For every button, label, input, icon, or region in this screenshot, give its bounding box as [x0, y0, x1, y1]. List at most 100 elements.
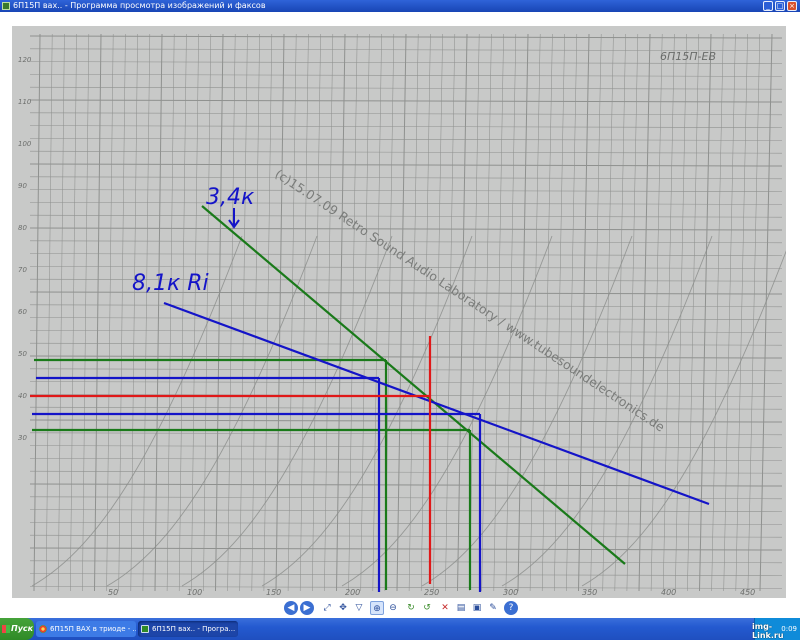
grid-line-vertical	[602, 33, 614, 592]
y-tick-label: 80	[18, 224, 27, 232]
grid-line-horizontal	[29, 227, 783, 231]
grid-line-vertical	[166, 33, 175, 592]
x-tick-label: 450	[740, 588, 755, 597]
rotate-clockwise-icon[interactable]: ↻	[404, 601, 418, 615]
window-title: 6П15П вах.. - Программа просмотра изобра…	[13, 1, 266, 10]
grid-line-vertical	[675, 33, 687, 592]
grid-line-horizontal	[29, 176, 783, 180]
start-label: Пуск	[11, 624, 34, 633]
start-button[interactable]: Пуск	[0, 618, 34, 640]
grid-line-horizontal	[29, 547, 783, 551]
grid-line-vertical	[336, 33, 346, 592]
taskbar-item-label: 6П15П ВАХ в триоде - ...	[50, 625, 136, 633]
grid-line-vertical	[118, 33, 126, 592]
grid-line-vertical	[578, 33, 590, 592]
x-tick-label: 100	[187, 588, 202, 597]
corner-tube-label: 6П15П-ЕВ	[660, 50, 716, 63]
grid-line-vertical	[263, 33, 273, 592]
x-tick-labels: 50 100 150 200 250 300 350 400 450	[108, 588, 755, 597]
grid-line-vertical	[130, 33, 138, 592]
grid-line-horizontal	[29, 86, 783, 90]
grid-line-horizontal	[29, 355, 783, 359]
grid-lines	[29, 33, 783, 592]
grid-line-horizontal	[29, 470, 783, 474]
grid-line-vertical	[203, 33, 212, 592]
tube-curve	[581, 250, 786, 587]
edit-icon[interactable]: ✎	[486, 601, 500, 615]
save-icon[interactable]: ▣	[470, 601, 484, 615]
grid-line-horizontal	[29, 317, 783, 320]
y-tick-label: 110	[18, 98, 32, 106]
grid-line-vertical	[287, 33, 297, 592]
zoom-out-icon[interactable]: ⊖	[386, 601, 400, 615]
taskbar-item-label: 6П15П вах.. - Програ...	[152, 625, 236, 633]
grid-line-horizontal	[29, 240, 783, 244]
grid-line-vertical	[638, 33, 651, 592]
taskbar-item-browser[interactable]: 6П15П ВАХ в триоде - ...	[36, 621, 136, 637]
viewer-toolbar: ◀ ▶ ⤢ ✥ ▽ ⊕ ⊖ ↻ ↺ ✕ ▤ ▣ ✎ ?	[0, 600, 800, 618]
zoom-in-icon[interactable]: ⊕	[370, 601, 384, 615]
actual-size-icon[interactable]: ✥	[336, 601, 350, 615]
grid-line-vertical	[650, 33, 663, 592]
grid-line-vertical	[94, 33, 102, 592]
maximize-button[interactable]: □	[775, 1, 785, 11]
grid-line-vertical	[505, 33, 517, 592]
y-tick-label: 100	[18, 140, 32, 148]
grid-line-horizontal	[29, 522, 783, 525]
x-tick-label: 400	[661, 588, 676, 597]
slideshow-icon[interactable]: ▽	[352, 601, 366, 615]
grid-line-horizontal	[29, 112, 783, 116]
grid-line-vertical	[626, 33, 639, 592]
grid-line-vertical	[735, 33, 748, 592]
delete-icon[interactable]: ✕	[438, 601, 452, 615]
print-icon[interactable]: ▤	[454, 601, 468, 615]
taskbar-item-image-viewer[interactable]: 6П15П вах.. - Програ...	[138, 621, 238, 637]
grid-line-horizontal	[29, 419, 783, 423]
x-tick-label: 150	[266, 588, 281, 597]
x-tick-label: 50	[108, 588, 118, 597]
rotate-counterclockwise-icon[interactable]: ↺	[420, 601, 434, 615]
previous-icon[interactable]: ◀	[284, 601, 298, 615]
image-viewport: 120 110 100 90 80 70 60 50 40 30 50 100 150 200 250 30…	[0, 12, 800, 600]
grid-line-horizontal	[29, 202, 783, 205]
window-title-bar: 6П15П вах.. - Программа просмотра изобра…	[0, 0, 800, 12]
grid-line-horizontal	[29, 163, 783, 167]
grid-line-horizontal	[29, 483, 783, 487]
grid-line-horizontal	[29, 138, 783, 141]
taskbar: Пуск 6П15П ВАХ в триоде - ... 6П15П вах.…	[0, 618, 800, 640]
graph-canvas: 120 110 100 90 80 70 60 50 40 30 50 100 150 200 250 30…	[18, 33, 786, 597]
grid-line-horizontal	[29, 445, 783, 448]
x-tick-label: 300	[503, 588, 518, 597]
minimize-button[interactable]: _	[763, 1, 773, 11]
grid-line-vertical	[445, 33, 456, 592]
grid-line-vertical	[251, 33, 260, 592]
close-button[interactable]: ×	[787, 1, 797, 11]
grid-line-vertical	[45, 33, 53, 592]
help-icon[interactable]: ?	[504, 601, 518, 615]
y-tick-label: 40	[18, 392, 27, 400]
grid-line-horizontal	[29, 330, 783, 333]
y-tick-label: 60	[18, 308, 27, 316]
grid-line-vertical	[348, 33, 358, 592]
grid-line-vertical	[33, 33, 41, 592]
grid-line-horizontal	[29, 534, 783, 538]
grid-line-horizontal	[29, 381, 783, 384]
grid-line-vertical	[614, 33, 626, 592]
grid-line-horizontal	[29, 342, 783, 346]
next-icon[interactable]: ▶	[300, 601, 314, 615]
grid-line-horizontal	[29, 560, 783, 564]
grid-line-vertical	[239, 33, 248, 592]
best-fit-icon[interactable]: ⤢	[320, 601, 334, 615]
grid-line-vertical	[590, 33, 602, 592]
chrome-icon	[39, 625, 47, 633]
grid-line-vertical	[541, 33, 553, 592]
grid-line-horizontal	[29, 125, 783, 128]
arrow-icon	[228, 208, 240, 229]
grid-line-horizontal	[29, 189, 783, 192]
watermark-logo: img-Link.ru	[752, 622, 784, 640]
annotation-3-4k: 3,4к	[206, 185, 255, 210]
y-tick-label: 120	[18, 56, 32, 64]
grid-line-vertical	[275, 33, 285, 592]
grid-line-horizontal	[29, 406, 783, 410]
grid-line-vertical	[529, 33, 541, 592]
